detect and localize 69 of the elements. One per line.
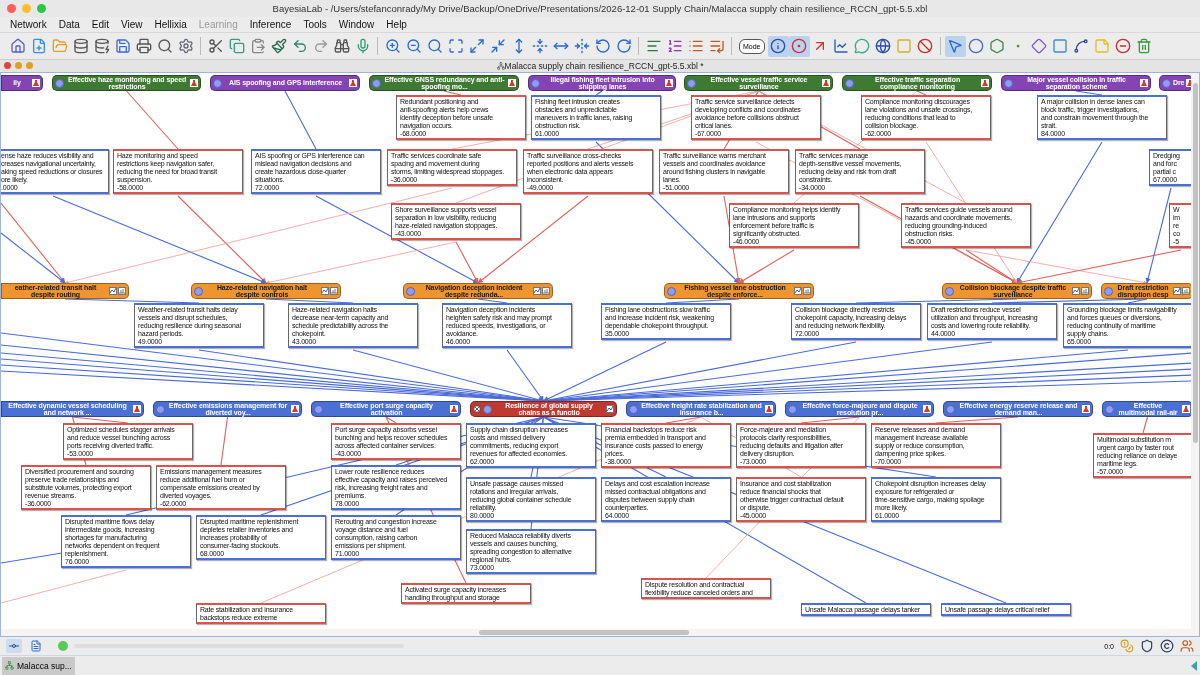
flask-icon xyxy=(291,405,299,413)
flask-icon xyxy=(765,405,773,413)
node-state-icon xyxy=(1162,78,1171,88)
scrollbar-thumb[interactable] xyxy=(1193,83,1198,443)
chart-icon xyxy=(606,405,614,413)
flask-icon xyxy=(665,79,673,87)
scroll-left-icon[interactable] xyxy=(1191,660,1197,671)
node-state-icon xyxy=(406,286,415,296)
menu-item[interactable]: Hellixia xyxy=(148,19,193,30)
menu-item[interactable]: Window xyxy=(332,19,381,30)
node-info-icon[interactable] xyxy=(767,35,789,57)
copyright-icon[interactable] xyxy=(1160,639,1174,653)
menu-item[interactable]: Edit xyxy=(85,19,116,30)
node-state-icon xyxy=(1004,78,1013,88)
pointer-icon[interactable] xyxy=(944,35,966,57)
node-state-icon xyxy=(372,78,381,88)
chart-icons xyxy=(794,287,811,295)
menu-item[interactable]: Help xyxy=(380,19,413,30)
target-icon xyxy=(473,405,481,413)
graph-mode-icon[interactable] xyxy=(6,639,22,653)
flask-icon xyxy=(450,405,458,413)
document-title: Malacca supply chain resilience_RCCN_gpt-5.5.xbl * xyxy=(504,61,704,71)
flask-icon xyxy=(1140,79,1148,87)
node-state-icon xyxy=(314,404,323,414)
node-state-icon xyxy=(945,286,954,296)
chart-icons xyxy=(533,287,550,295)
node-state-icon xyxy=(946,404,955,414)
chart-icons xyxy=(1072,287,1089,295)
shield-icon[interactable] xyxy=(1140,639,1154,653)
chart-icons xyxy=(109,287,126,295)
flask-icon xyxy=(923,405,931,413)
flask-icon xyxy=(822,79,830,87)
text-mode-icon[interactable] xyxy=(28,639,44,653)
menu-item[interactable]: Inference xyxy=(243,19,298,30)
node-state-icon xyxy=(687,78,696,88)
status-light xyxy=(58,641,68,651)
node-state-icon xyxy=(629,404,638,414)
record-icon[interactable] xyxy=(788,35,810,57)
menu-item[interactable]: View xyxy=(115,19,149,30)
close-button[interactable] xyxy=(7,4,16,13)
menu-item[interactable]: Network xyxy=(4,19,53,30)
flask-icon xyxy=(133,405,141,413)
network-icon xyxy=(496,62,505,70)
node-state-icon xyxy=(156,404,165,414)
menu-item[interactable]: Data xyxy=(52,19,86,30)
node-state-icon xyxy=(1105,404,1114,414)
menu-item[interactable]: Tools xyxy=(297,19,333,30)
node-state-icon xyxy=(483,404,492,414)
flask-icon xyxy=(32,79,40,87)
flask-icon xyxy=(981,79,989,87)
flask-icon xyxy=(349,79,357,87)
node-state-icon xyxy=(845,78,854,88)
taskbar-tab[interactable]: Malacca sup... xyxy=(2,656,75,675)
node-state-icon xyxy=(531,78,540,88)
flask-icon xyxy=(190,79,198,87)
node-state-icon xyxy=(667,286,676,296)
window-title: BayesiaLab - /Users/stefanconrady/My Drive/Backup/OneDrive/Presentations/2026-12-01 Supply Chain/Malacca supply chain resilience_RCCN_gpt-5.5.xbl xyxy=(272,3,928,14)
scrollbar-thumb[interactable] xyxy=(479,630,689,635)
node-state-icon xyxy=(55,78,64,88)
chart-icons xyxy=(321,287,338,295)
node-state-icon xyxy=(194,286,203,296)
network-icon xyxy=(5,661,14,670)
flask-icon xyxy=(1082,405,1090,413)
node-state-icon xyxy=(788,404,797,414)
node-state-icon xyxy=(1104,286,1113,296)
node-state-icon xyxy=(213,78,222,88)
flask-icon xyxy=(508,79,516,87)
close-button[interactable] xyxy=(4,62,11,69)
users-icon[interactable] xyxy=(1180,639,1194,653)
